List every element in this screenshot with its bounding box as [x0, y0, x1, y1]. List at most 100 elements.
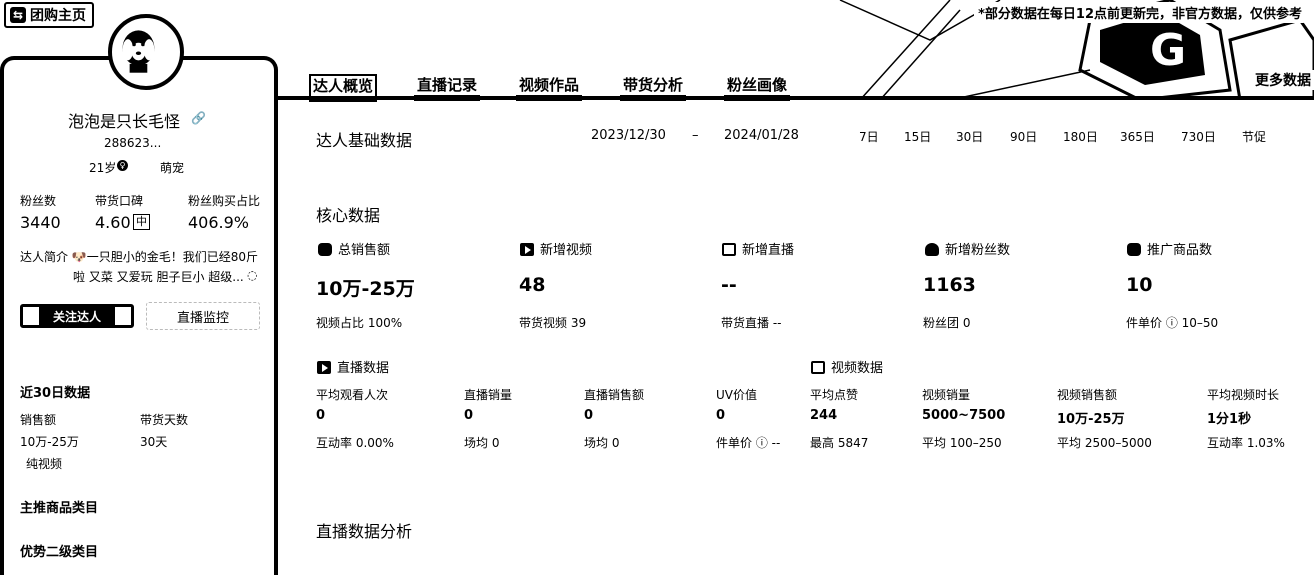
link-icon[interactable]: 🔗	[191, 111, 206, 125]
video-icon	[520, 243, 534, 256]
core-data-title: 核心数据	[316, 206, 381, 225]
range-90d[interactable]: 90日	[1010, 128, 1037, 145]
follow-label: 关注达人	[38, 306, 115, 326]
live-metric-sub: 场均 0	[464, 436, 500, 450]
recent30-title: 近30日数据	[20, 386, 91, 401]
recent30-days-value: 30天	[140, 435, 168, 449]
video-metric-label: 视频销售额	[1057, 388, 1118, 402]
tab-fan-portrait[interactable]: 粉丝画像	[724, 75, 791, 101]
reputation-label: 带货口碑	[95, 194, 144, 208]
calendar-icon	[811, 361, 825, 374]
group-buy-home-label: 团购主页	[30, 8, 86, 24]
live-analysis-title: 直播数据分析	[316, 522, 413, 541]
core-card-sales-sub: 视频占比 100%	[316, 316, 403, 330]
main-category-title: 主推商品类目	[20, 501, 99, 516]
fan-purchase-ratio-label: 粉丝购买占比	[188, 194, 261, 208]
fans-label: 粉丝数	[20, 194, 57, 208]
video-metric-sub: 平均 100–250	[922, 436, 1002, 450]
core-card-fans-label: 新增粉丝数	[925, 239, 1010, 258]
range-180d[interactable]: 180日	[1063, 128, 1098, 145]
recent30-sales-label: 销售额	[20, 413, 57, 427]
follow-button[interactable]: 关注达人	[20, 304, 134, 328]
date-end[interactable]: 2024/01/28	[724, 128, 799, 143]
advantage-category-title: 优势二级类目	[20, 545, 99, 560]
live-metric-value: 0	[584, 408, 594, 423]
more-data-button[interactable]: 更多数据	[1252, 70, 1314, 90]
tab-live-records[interactable]: 直播记录	[414, 75, 481, 101]
video-metric-value: 5000~7500	[922, 408, 1006, 423]
video-metric-label: 视频销量	[922, 388, 971, 402]
video-metric-sub: 互动率 1.03%	[1207, 436, 1285, 450]
range-730d[interactable]: 730日	[1181, 128, 1216, 145]
video-data-title: 视频数据	[811, 357, 883, 376]
fans-icon	[925, 243, 939, 256]
recent30-sales-value: 10万-25万	[20, 435, 79, 449]
live-metric-label: 直播销量	[464, 388, 513, 402]
tab-sales-analysis[interactable]: 带货分析	[620, 75, 687, 101]
group-buy-home-button[interactable]: ⇆ 团购主页	[4, 2, 94, 28]
dog-avatar-icon	[122, 30, 155, 73]
video-metric-label: 平均视频时长	[1207, 388, 1280, 402]
basic-data-title: 达人基础数据	[316, 131, 413, 150]
avatar	[108, 14, 184, 90]
live-metric-value: 0	[716, 408, 726, 423]
back-arrow-icon: ⇆	[10, 7, 26, 23]
live-metric-value: 0	[316, 408, 326, 423]
live-monitor-label: 直播监控	[176, 310, 229, 326]
core-card-products-label: 推广商品数	[1127, 239, 1212, 258]
video-metric-sub: 最高 5847	[810, 436, 869, 450]
core-card-products-value: 10	[1126, 274, 1153, 296]
live-metric-value: 0	[464, 408, 474, 423]
fans-value: 3440	[20, 213, 61, 232]
live-icon	[722, 243, 736, 256]
range-7d[interactable]: 7日	[859, 128, 879, 145]
gender-icon: ♀	[117, 160, 128, 171]
reputation-badge: 中	[133, 214, 150, 230]
range-promo[interactable]: 节促	[1242, 128, 1266, 145]
live-metric-sub: 场均 0	[584, 436, 620, 450]
recent30-days-label: 带货天数	[140, 413, 189, 427]
product-icon	[1127, 243, 1141, 256]
live-metric-label: 直播销售额	[584, 388, 645, 402]
core-card-sales-value: 10万-25万	[316, 278, 415, 300]
core-card-live-sub: 带货直播 --	[721, 316, 782, 330]
core-card-fans-value: 1163	[923, 274, 976, 296]
core-card-video-value: 48	[519, 274, 546, 296]
live-video-icon	[317, 361, 331, 374]
video-metric-sub: 平均 2500–5000	[1057, 436, 1152, 450]
data-update-notice: *部分数据在每日12点前更新完，非官方数据，仅供参考	[974, 2, 1306, 23]
expand-bio-icon[interactable]: ◌	[247, 268, 257, 282]
svg-text:G: G	[1150, 25, 1186, 76]
creator-age: 21岁	[89, 161, 117, 175]
bio-line-1: 达人简介 🐶一只胆小的金毛！我们已经80斤	[20, 250, 259, 264]
live-monitor-button[interactable]: 直播监控	[146, 302, 260, 330]
video-metric-label: 平均点赞	[810, 388, 859, 402]
live-metric-label: UV价值	[716, 388, 757, 402]
fan-purchase-ratio-value: 406.9%	[188, 213, 250, 232]
core-card-fans-sub: 粉丝团 0	[923, 316, 971, 330]
bio-line-2: 啦 又菜 又爱玩 胆子巨小 超级...	[73, 270, 244, 284]
core-card-live-label: 新增直播	[722, 239, 794, 258]
live-metric-sub: 互动率 0.00%	[316, 436, 394, 450]
video-metric-value: 10万-25万	[1057, 412, 1125, 427]
creator-category: 萌宠	[160, 161, 185, 175]
range-365d[interactable]: 365日	[1120, 128, 1155, 145]
reputation-value: 4.60	[95, 213, 131, 232]
tab-video-works[interactable]: 视频作品	[516, 75, 583, 101]
core-card-sales-label: 总销售额	[318, 239, 390, 258]
core-card-video-sub: 带货视频 39	[519, 316, 587, 330]
date-start[interactable]: 2023/12/30	[591, 128, 666, 143]
core-card-live-value: --	[721, 274, 737, 296]
range-15d[interactable]: 15日	[904, 128, 931, 145]
video-metric-value: 244	[810, 408, 838, 423]
creator-id: 288623...	[104, 136, 162, 150]
tab-overview[interactable]: 达人概览	[309, 74, 378, 102]
live-metric-label: 平均观看人次	[316, 388, 389, 402]
date-separator: –	[692, 128, 699, 143]
recent30-sales-note: 纯视频	[26, 457, 63, 471]
live-metric-sub: 件单价 ⓘ --	[716, 436, 781, 450]
sales-icon	[318, 243, 332, 256]
creator-name: 泡泡是只长毛怪	[68, 112, 181, 131]
range-30d[interactable]: 30日	[956, 128, 983, 145]
core-card-products-sub: 件单价 ⓘ 10–50	[1126, 316, 1219, 330]
